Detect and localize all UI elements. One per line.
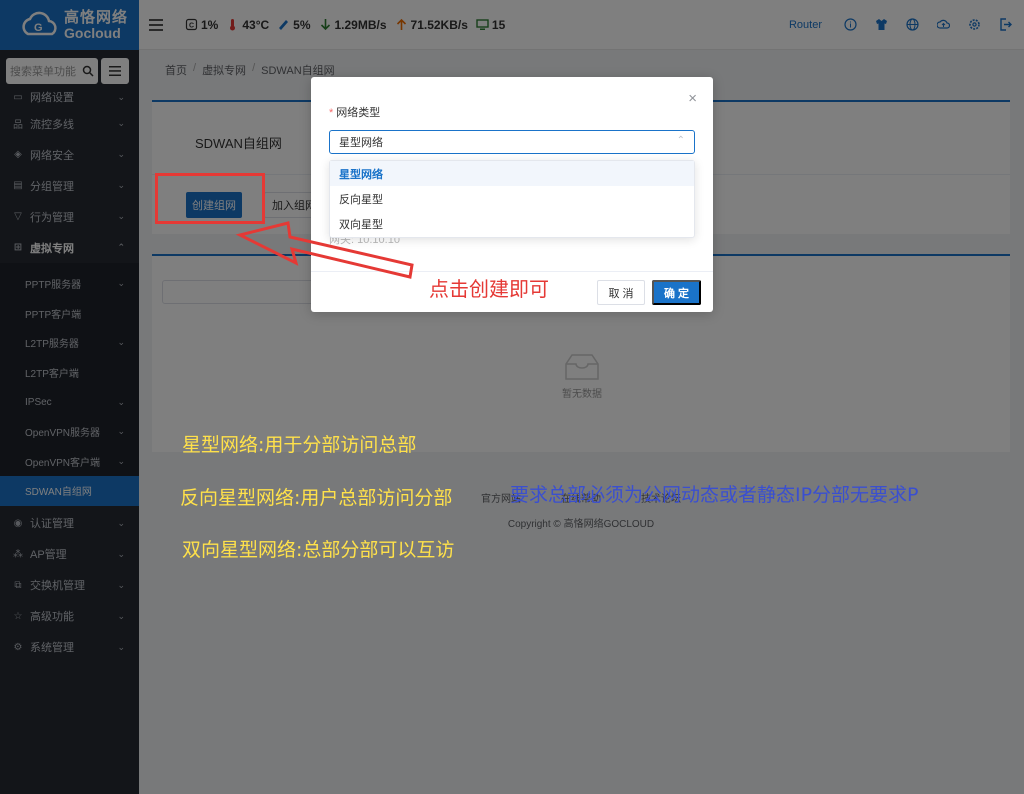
annotation-star-desc: 星型网络:用于分部访问总部 (182, 434, 417, 456)
cancel-button[interactable]: 取 消 (597, 280, 645, 305)
close-icon[interactable]: × (688, 90, 697, 107)
dropdown-option-reverse-star[interactable]: 反向星型 (330, 186, 694, 211)
network-type-label: * 网络类型 (329, 104, 380, 120)
annotation-bi-desc: 双向星型网络:总部分部可以互访 (182, 539, 455, 561)
annotation-arrow-icon (235, 221, 414, 279)
annotation-click-hint: 点击创建即可 (429, 277, 549, 301)
chevron-up-icon: ⌃ (676, 135, 685, 146)
required-mark: * (329, 107, 334, 119)
network-type-select[interactable]: 星型网络 ⌃ (329, 130, 695, 154)
dropdown-option-star[interactable]: 星型网络 (330, 161, 694, 186)
network-type-label-text: 网络类型 (336, 107, 381, 119)
confirm-button[interactable]: 确 定 (652, 280, 701, 305)
select-value: 星型网络 (339, 137, 383, 149)
annotation-requirement: 要求总部必须为公网动态或者静态IP分部无要求P (510, 484, 919, 506)
annotation-reverse-desc: 反向星型网络:用户总部访问分部 (180, 487, 453, 509)
